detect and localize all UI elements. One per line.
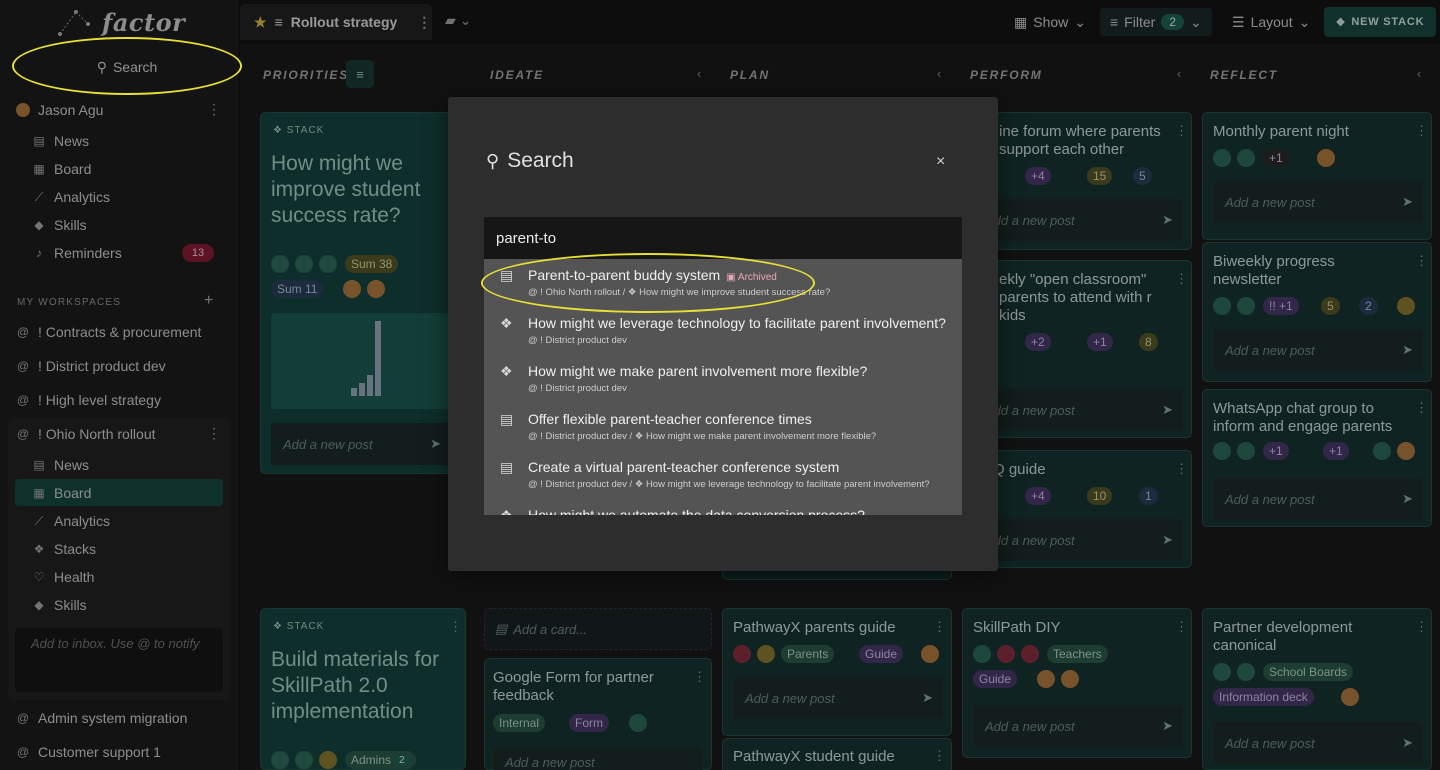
search-result[interactable]: ❖ How might we make parent involvement m… xyxy=(484,355,962,403)
search-result[interactable]: ▤ Offer flexible parent-teacher conferen… xyxy=(484,403,962,451)
modal-title-text: Search xyxy=(507,149,574,172)
post-icon: ▤ xyxy=(500,459,514,475)
search-result[interactable]: ▤ Parent-to-parent buddy system ▣ Archive… xyxy=(484,259,962,307)
search-result[interactable]: ❖ How might we leverage technology to fa… xyxy=(484,307,962,355)
result-path: @ ! District product dev xyxy=(528,335,627,346)
search-results: ▤ Parent-to-parent buddy system ▣ Archive… xyxy=(484,259,962,515)
post-icon: ▤ xyxy=(500,267,514,283)
result-path: @ ! Ohio North rollout / ❖ How might we … xyxy=(528,287,831,298)
stack-icon: ❖ xyxy=(500,507,513,515)
archived-badge: ▣ Archived xyxy=(726,272,777,283)
result-title: How might we leverage technology to faci… xyxy=(528,315,946,331)
search-modal: ⚲ Search × ▤ Parent-to-parent buddy syst… xyxy=(448,97,998,571)
result-path: @ ! District product dev / ❖ How might w… xyxy=(528,479,930,490)
search-icon: ⚲ xyxy=(486,150,500,171)
result-title: Parent-to-parent buddy system ▣ Archived xyxy=(528,267,777,283)
result-path: @ ! District product dev xyxy=(528,383,627,394)
result-title: Create a virtual parent-teacher conferen… xyxy=(528,459,840,475)
result-path: @ ! District product dev / ❖ How might w… xyxy=(528,431,877,442)
result-title: Offer flexible parent-teacher conference… xyxy=(528,411,812,427)
result-title: How might we automate the data conversio… xyxy=(528,507,865,515)
close-icon[interactable]: × xyxy=(936,153,945,171)
stack-icon: ❖ xyxy=(500,363,513,379)
search-result[interactable]: ❖ How might we automate the data convers… xyxy=(484,499,962,515)
search-input[interactable] xyxy=(484,217,962,259)
result-title: How might we make parent involvement mor… xyxy=(528,363,868,379)
stack-icon: ❖ xyxy=(500,315,513,331)
modal-title: ⚲ Search xyxy=(486,149,574,173)
search-result[interactable]: ▤ Create a virtual parent-teacher confer… xyxy=(484,451,962,499)
post-icon: ▤ xyxy=(500,411,514,427)
